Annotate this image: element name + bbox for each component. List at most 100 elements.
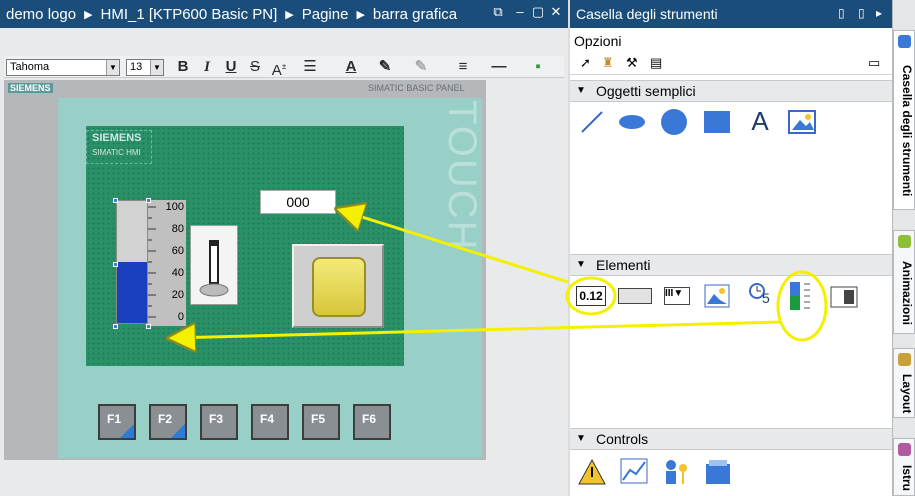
list-view-icon[interactable]: ▤ — [650, 55, 662, 71]
font-family-select[interactable]: Tahoma ▼ — [6, 59, 120, 76]
instructions-tab-icon — [898, 443, 911, 456]
close-icon[interactable]: ✕ — [548, 4, 564, 20]
section-controls[interactable]: ▼ Controls — [570, 428, 892, 450]
rectangle-tool-icon[interactable] — [703, 108, 731, 136]
section-elements[interactable]: ▼ Elementi — [570, 254, 892, 276]
circle-tool-icon[interactable] — [660, 108, 688, 136]
section-simple-objects[interactable]: ▼ Oggetti semplici — [570, 80, 892, 102]
tab-toolbox[interactable]: Casella degli strumenti — [893, 30, 915, 210]
tab-layout[interactable]: Layout — [893, 348, 915, 418]
button-tool-icon[interactable] — [618, 288, 652, 304]
rocker-button-face[interactable] — [312, 257, 366, 317]
chevron-down-icon[interactable]: ▼ — [150, 60, 163, 75]
tab-label: Istru — [900, 464, 914, 491]
fkey-f4[interactable]: F4 — [251, 404, 289, 440]
breadcrumb-device[interactable]: HMI_1 [KTP600 Basic PN] — [101, 6, 278, 23]
fkey-f3[interactable]: F3 — [200, 404, 238, 440]
bar-graph-scale: 100 80 60 40 20 0 — [148, 200, 186, 326]
line-style-icon[interactable]: — — [490, 56, 508, 78]
italic-button[interactable]: I — [200, 56, 214, 78]
fkey-label: F3 — [209, 412, 224, 426]
io-field-tool-icon[interactable]: 0.12 — [576, 286, 606, 306]
switch-graphic[interactable] — [190, 225, 238, 305]
graphic-view-tool-icon[interactable] — [788, 108, 816, 136]
editor-title-bar: demo logo ▶ HMI_1 [KTP600 Basic PN] ▶ Pa… — [0, 0, 568, 28]
fkey-f5[interactable]: F5 — [302, 404, 340, 440]
selection-handle[interactable] — [113, 198, 118, 203]
text-tool-icon[interactable]: A — [746, 106, 774, 136]
breadcrumb-project[interactable]: demo logo — [6, 6, 76, 23]
section-label: Oggetti semplici — [596, 83, 696, 99]
font-size-value: 13 — [130, 61, 143, 73]
maximize-icon[interactable]: ▢ — [530, 4, 546, 20]
tick-label: 0 — [177, 311, 184, 323]
line-tool-icon[interactable] — [578, 108, 606, 136]
fkey-label: F4 — [260, 412, 275, 426]
selection-handle[interactable] — [146, 198, 151, 203]
tools-icon[interactable]: ♜ — [602, 55, 614, 71]
section-label: Controls — [596, 431, 649, 447]
bar-graph-tool-icon[interactable] — [788, 280, 816, 312]
fkey-label: F1 — [107, 412, 122, 426]
fkey-label: F2 — [158, 412, 173, 426]
animation-tab-icon — [898, 235, 911, 248]
selection-handle[interactable] — [146, 324, 151, 329]
selection-handle[interactable] — [113, 262, 118, 267]
bold-button[interactable]: B — [176, 56, 190, 78]
graphic-io-tool-icon[interactable] — [704, 282, 732, 310]
clock-digit: 5 — [762, 290, 770, 306]
breadcrumb-screen[interactable]: barra grafica — [373, 6, 457, 23]
cursor-icon[interactable]: ➚ — [580, 55, 591, 71]
breadcrumb-screens[interactable]: Pagine — [302, 6, 349, 23]
collapse-icon[interactable]: ▸ — [876, 6, 882, 20]
symbolic-io-tool-icon[interactable]: III▼ — [664, 287, 690, 305]
ellipse-tool-icon[interactable] — [618, 108, 646, 136]
fill-color-icon[interactable]: ✎ — [376, 56, 394, 78]
trend-view-tool-icon[interactable] — [620, 458, 648, 486]
restore-icon[interactable]: ▯ — [858, 6, 865, 20]
selection-handle[interactable] — [113, 324, 118, 329]
minimize-icon[interactable]: – — [512, 4, 528, 20]
tab-animations[interactable]: Animazioni — [893, 230, 915, 334]
wrench-icon[interactable]: ⚒ — [626, 55, 638, 71]
tick-label: 40 — [171, 267, 184, 279]
bar-graph-fill — [117, 262, 147, 323]
layer-color-icon[interactable]: ▪ — [530, 56, 546, 78]
io-field[interactable]: 000 — [260, 190, 336, 214]
toolbox-tab-icon — [898, 35, 911, 48]
fkey-f1[interactable]: F1 — [98, 404, 136, 440]
underline-button[interactable]: U — [224, 56, 238, 78]
breadcrumb-separator-icon: ▶ — [356, 8, 365, 21]
toolbox-options-bar: ➚ ♜ ⚒ ▤ ▭ — [570, 51, 892, 75]
chevron-down-icon: ▼ — [576, 433, 586, 444]
switch-tool-icon[interactable] — [830, 284, 858, 312]
pin-icon[interactable]: ▯ — [838, 6, 845, 20]
recipe-view-tool-icon[interactable] — [704, 458, 732, 486]
logo-brand: SIEMENS — [92, 132, 142, 144]
font-size-select[interactable]: 13 ▼ — [126, 59, 164, 76]
chevron-down-icon[interactable]: ▼ — [106, 60, 119, 75]
fkey-f2[interactable]: F2 — [149, 404, 187, 440]
tick-label: 20 — [171, 289, 184, 301]
section-label: Elementi — [596, 257, 651, 273]
line-width-icon[interactable]: ≡ — [454, 56, 472, 78]
fkey-f6[interactable]: F6 — [353, 404, 391, 440]
restore-icon[interactable]: ⧉ — [490, 4, 506, 20]
font-size-up-icon[interactable]: A± — [270, 56, 288, 79]
breadcrumb-separator-icon: ▶ — [84, 8, 93, 21]
strikethrough-button[interactable]: S — [248, 56, 262, 78]
line-color-icon[interactable]: ✎ — [412, 56, 430, 78]
layout-tab-icon — [898, 353, 911, 366]
options-label: Opzioni — [574, 33, 622, 49]
fkey-indicator-icon — [171, 424, 185, 438]
font-family-value: Tahoma — [10, 61, 50, 73]
fkey-indicator-icon — [120, 424, 134, 438]
user-view-tool-icon[interactable] — [662, 458, 690, 486]
tab-instructions[interactable]: Istru — [893, 438, 915, 496]
font-color-button[interactable]: A — [344, 56, 358, 78]
alarm-view-tool-icon[interactable] — [578, 458, 606, 486]
panel-view-icon[interactable]: ▭ — [868, 55, 880, 71]
panel-type-label: SIMATIC BASIC PANEL — [368, 83, 465, 93]
align-text-icon[interactable]: ☰ — [300, 56, 320, 78]
panel-brand: SIEMENS — [8, 83, 53, 93]
